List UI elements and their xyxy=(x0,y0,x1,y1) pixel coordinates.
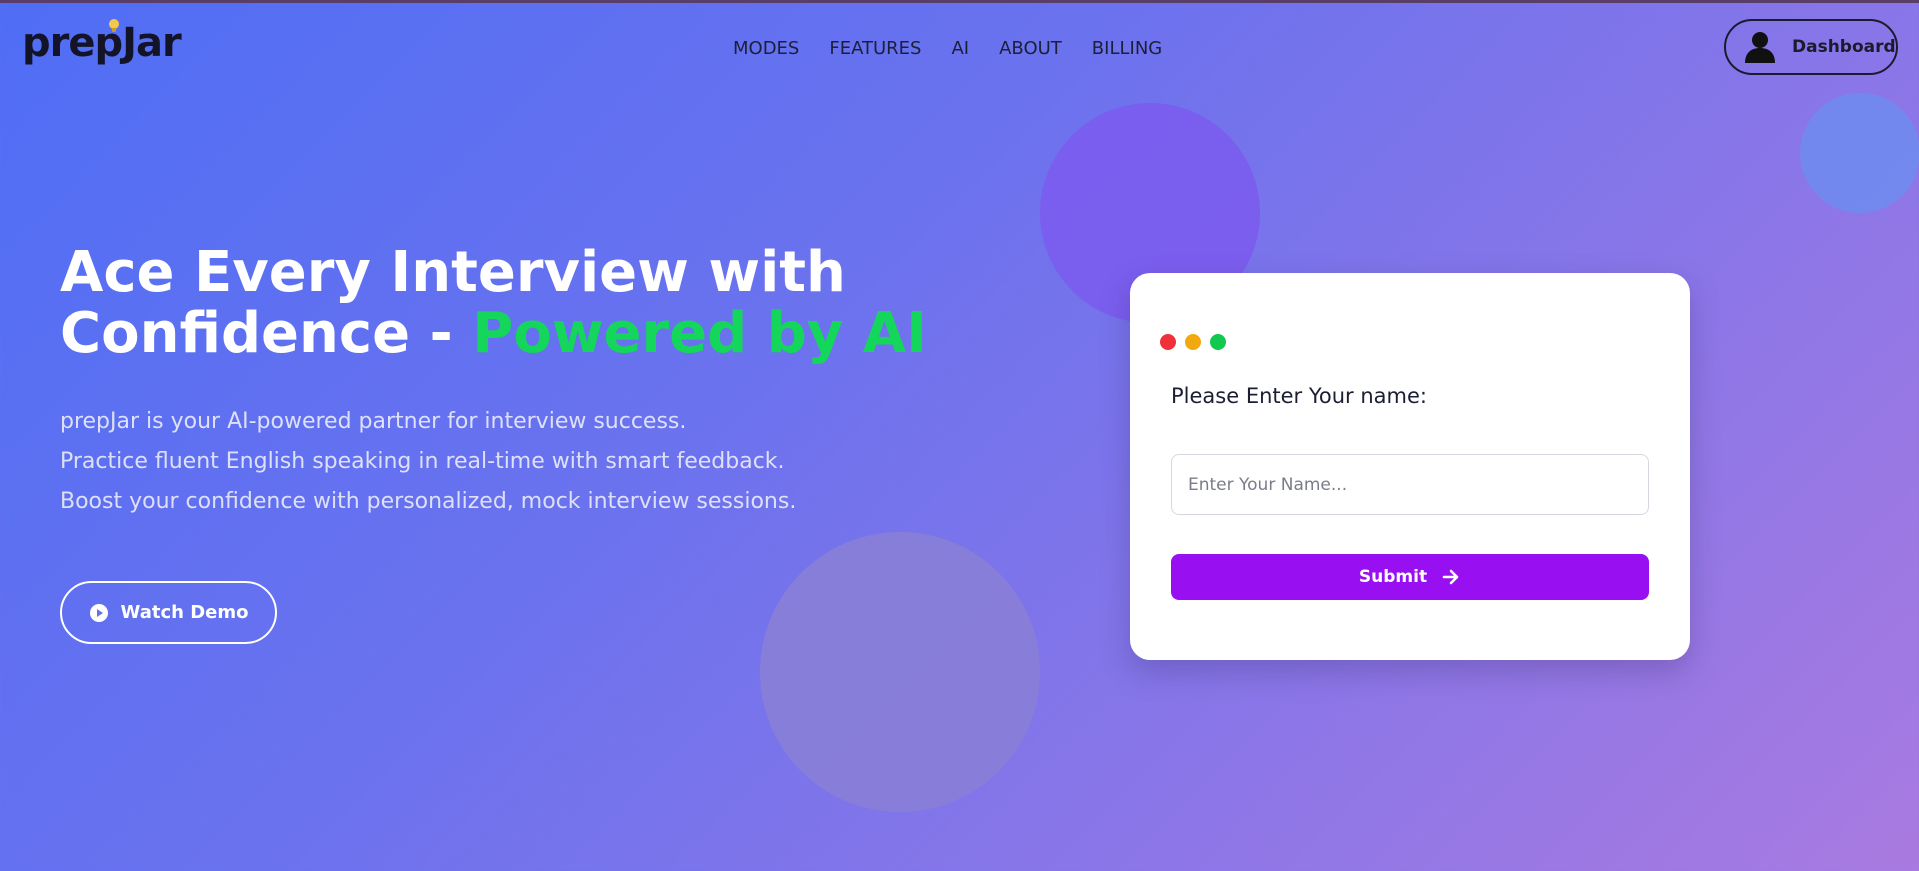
submit-label: Submit xyxy=(1358,567,1428,587)
window-dot-green xyxy=(1210,334,1226,350)
brand-logo-text: prepJar xyxy=(22,20,182,66)
hero-description: prepJar is your AI-powered partner for i… xyxy=(60,402,960,522)
nav-item-ai[interactable]: AI xyxy=(951,38,969,59)
window-dots xyxy=(1160,334,1226,350)
nav-item-features[interactable]: FEATURES xyxy=(829,38,921,59)
hero-title-accent: Powered by AI xyxy=(472,301,927,366)
hero-description-line: Practice fluent English speaking in real… xyxy=(60,449,785,474)
hero-title: Ace Every Interview with Confidence - Po… xyxy=(60,242,960,364)
hero-title-line2-prefix: Confidence - xyxy=(60,301,473,366)
decorative-circle xyxy=(1800,93,1919,213)
name-prompt-label: Please Enter Your name: xyxy=(1171,384,1427,408)
arrow-right-icon xyxy=(1442,569,1459,585)
watch-demo-button[interactable]: Watch Demo xyxy=(60,581,277,644)
window-dot-yellow xyxy=(1185,334,1201,350)
hero-description-line: Boost your confidence with personalized,… xyxy=(60,489,797,514)
main-nav: MODES FEATURES AI ABOUT BILLING xyxy=(733,38,1162,59)
nav-item-about[interactable]: ABOUT xyxy=(999,38,1062,59)
user-avatar-icon xyxy=(1745,32,1775,63)
submit-button[interactable]: Submit xyxy=(1171,554,1649,600)
name-entry-card: Please Enter Your name: Submit xyxy=(1130,273,1690,660)
lightbulb-icon xyxy=(109,19,119,32)
play-circle-icon xyxy=(89,603,108,622)
nav-item-modes[interactable]: MODES xyxy=(733,38,799,59)
window-dot-red xyxy=(1160,334,1176,350)
brand-logo[interactable]: prepJar xyxy=(22,19,182,66)
hero-title-line1: Ace Every Interview with xyxy=(60,240,846,305)
watch-demo-label: Watch Demo xyxy=(120,602,249,623)
dashboard-label: Dashboard xyxy=(1792,37,1896,57)
decorative-circle xyxy=(760,532,1040,812)
top-border-line xyxy=(0,0,1919,3)
hero-description-line: prepJar is your AI-powered partner for i… xyxy=(60,409,687,434)
dashboard-button[interactable]: Dashboard xyxy=(1724,19,1898,75)
name-input[interactable] xyxy=(1171,454,1649,515)
nav-item-billing[interactable]: BILLING xyxy=(1092,38,1162,59)
